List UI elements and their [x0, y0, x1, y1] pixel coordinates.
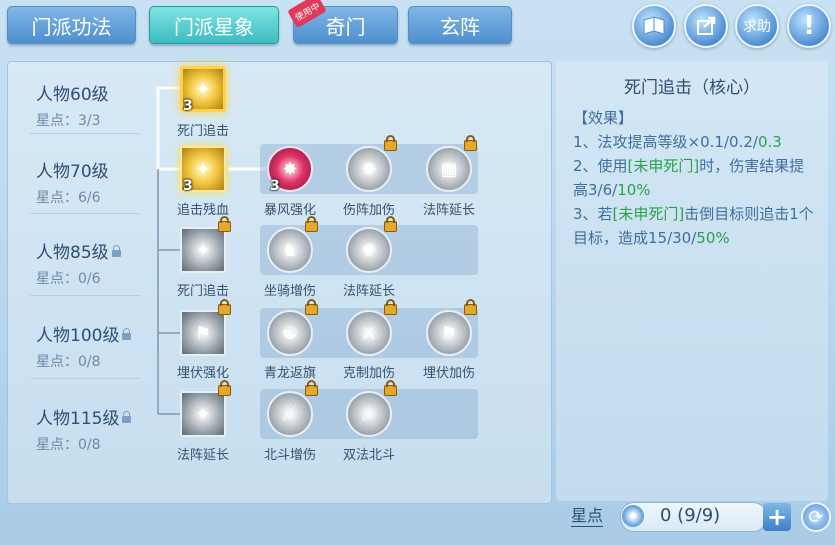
skill-count: 3: [183, 98, 193, 114]
skill-label: 克制加伤: [342, 366, 395, 381]
refresh-icon[interactable]: ⟳: [801, 502, 831, 532]
skill-node[interactable]: ⚑: [180, 299, 231, 356]
skill-count: 3: [183, 178, 193, 194]
skill-node[interactable]: ✦ 3: [180, 66, 226, 114]
skill-node[interactable]: ☯: [267, 299, 318, 356]
skill-node[interactable]: ⚑: [426, 299, 477, 356]
skill-node[interactable]: ☄: [267, 380, 318, 437]
detail-title: 死门追击（核心）: [624, 78, 760, 98]
skill-label: 法阵延长: [342, 284, 395, 299]
effect-header: 【效果】: [573, 109, 634, 127]
lock-icon: [384, 380, 397, 396]
skill-label: 坐骑增伤: [263, 284, 316, 299]
skill-label: 法阵延长: [176, 448, 229, 463]
detail-description: 【效果】 1、法攻提高等级×0.1/0.2/0.3 2、使用[未申死门]时，伤害…: [573, 106, 819, 250]
skill-node[interactable]: ⚔: [346, 299, 397, 356]
skill-label: 双法北斗: [342, 448, 395, 463]
lock-icon: [218, 299, 231, 315]
skill-label: 伤阵加伤: [342, 203, 395, 218]
skill-icon: ✦: [195, 403, 211, 425]
skill-node[interactable]: ✸ 3: [267, 146, 313, 194]
skill-label: 暴风强化: [263, 203, 316, 218]
lock-icon: [305, 216, 318, 232]
skill-label: 追击残血: [176, 203, 229, 218]
add-star-button[interactable]: +: [763, 503, 791, 531]
lock-icon: [305, 380, 318, 396]
skill-icon: ♞: [281, 239, 299, 261]
skill-label: 埋伏强化: [176, 366, 229, 381]
skill-label: 法阵延长: [422, 203, 475, 218]
effect-line-2: 2、使用[未申死门]时，伤害结果提高3/6/10%: [573, 157, 805, 199]
lock-icon: [464, 135, 477, 151]
skill-node[interactable]: ♞: [267, 216, 318, 273]
skill-icon: ✺: [361, 158, 377, 180]
lock-icon: [384, 299, 397, 315]
skill-label: 埋伏加伤: [422, 366, 475, 381]
lock-icon: [384, 216, 397, 232]
skill-count: 3: [270, 178, 280, 194]
lock-icon: [218, 216, 231, 232]
skill-icon: ☄: [360, 403, 378, 425]
skill-node[interactable]: ☄: [346, 380, 397, 437]
skill-node[interactable]: ✺: [346, 216, 397, 273]
star-point-label: 星点: [571, 502, 604, 527]
effect-line-1: 1、法攻提高等级×0.1/0.2/0.3: [573, 133, 782, 151]
skill-icon: ⚔: [360, 322, 378, 344]
lock-icon: [464, 299, 477, 315]
effect-line-3: 3、若[未申死门]击倒目标则追击1个目标，造成15/30/50%: [573, 205, 814, 247]
lock-icon: [218, 380, 231, 396]
skill-node[interactable]: ✦: [180, 216, 231, 273]
skill-icon: ☄: [281, 403, 299, 425]
skill-icon: ✦: [195, 239, 211, 261]
star-icon: ✦: [622, 505, 644, 527]
lock-icon: [305, 299, 318, 315]
star-point-value: 0 (9/9): [660, 505, 721, 526]
skill-icon: ☯: [281, 322, 299, 344]
skill-icon: ⚑: [440, 322, 458, 344]
skill-label: 死门追击: [176, 124, 229, 139]
skill-icon: ▦: [440, 158, 458, 180]
skill-label: 死门追击: [176, 284, 229, 299]
skill-icon: ✺: [361, 239, 377, 261]
skill-node[interactable]: ✺: [346, 135, 397, 192]
skill-label: 北斗增伤: [263, 448, 316, 463]
skill-node[interactable]: ✦ 3: [180, 146, 226, 194]
lock-icon: [384, 135, 397, 151]
skill-node[interactable]: ✦: [180, 380, 231, 437]
skill-node[interactable]: ▦: [426, 135, 477, 192]
skill-label: 青龙返旗: [263, 366, 316, 381]
skill-icon: ⚑: [194, 322, 212, 344]
